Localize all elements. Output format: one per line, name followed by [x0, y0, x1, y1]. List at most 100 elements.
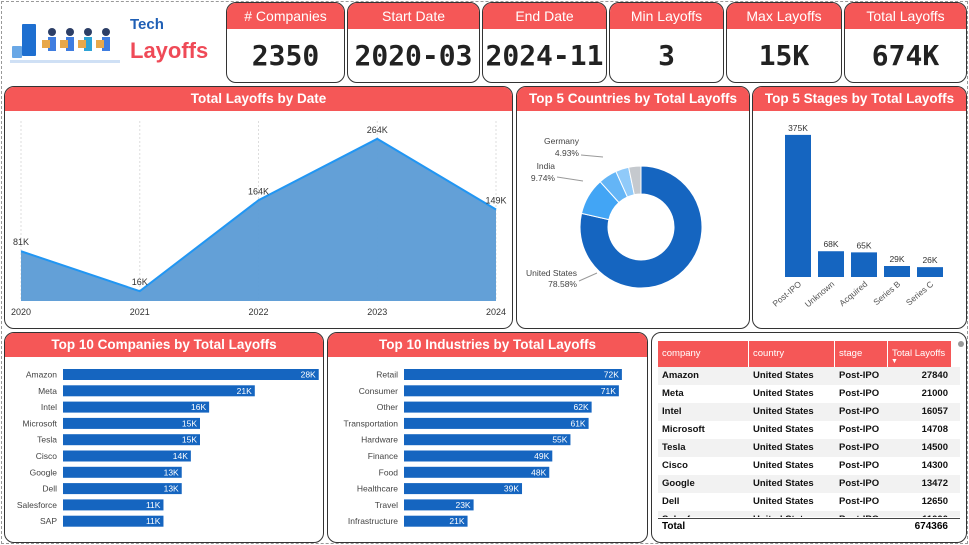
y-tick-label: Dell [42, 484, 57, 494]
table-row[interactable]: SalesforceUnited StatesPost-IPO11000 [658, 511, 960, 517]
slice-label-name: Germany [544, 136, 580, 146]
table-cell: United States [753, 388, 814, 399]
kpi-label: # Companies [227, 3, 344, 29]
table-total-row: Total 674366 [658, 518, 960, 534]
table-cell: 14708 [921, 424, 948, 435]
data-label: 48K [531, 467, 546, 477]
data-label: 375K [788, 123, 808, 133]
bar [404, 417, 589, 429]
table-row[interactable]: Microsoft United States Post-IPO 14708 [658, 421, 960, 439]
panel-top-countries: Top 5 Countries by Total Layoffs United … [516, 86, 750, 329]
kpi-value: 2350 [251, 39, 320, 72]
data-label: 264K [367, 125, 388, 135]
y-tick-label: Meta [38, 386, 57, 396]
total-label: Total [662, 521, 686, 532]
column-bar [818, 251, 844, 277]
kpi-label: Min Layoffs [610, 3, 723, 29]
table-cell: Post-IPO [839, 388, 880, 399]
data-label: 29K [889, 254, 904, 264]
bar [63, 450, 191, 462]
data-label: 16K [191, 402, 206, 412]
kpi-min-layoffs: Min Layoffs 3 [609, 2, 724, 83]
column-header-total-layoffs[interactable]: Total Layoffs ▼ [888, 341, 952, 367]
data-label: 13K [164, 484, 179, 494]
panel-top-companies: Top 10 Companies by Total Layoffs Amazon… [4, 332, 324, 543]
y-tick-label: Salesforce [17, 500, 57, 510]
x-tick-label: Post-IPO [770, 279, 803, 309]
donut-chart: United States78.58% India 9.74% Germany 4.93… [526, 136, 703, 289]
panel-top-stages: Top 5 Stages by Total Layoffs 375K Post-I… [752, 86, 967, 329]
kpi-value: 3 [658, 39, 675, 72]
x-tick-label: Series B [871, 279, 902, 308]
panel-title: Top 10 Companies by Total Layoffs [5, 333, 323, 357]
table-cell: 13472 [921, 478, 948, 489]
table-cell: United States [753, 496, 814, 507]
data-label: 81K [13, 237, 29, 247]
table-cell: 21000 [921, 388, 948, 399]
kpi-label: Max Layoffs [727, 3, 841, 29]
table-cell: Post-IPO [839, 424, 880, 435]
table-cell: Intel [662, 406, 682, 417]
y-tick-label: Amazon [26, 370, 57, 380]
column-header-company[interactable]: company [658, 341, 749, 367]
slice-label-name: India [537, 161, 556, 171]
data-label: 62K [574, 402, 589, 412]
data-label: 16K [132, 277, 148, 287]
table-row[interactable]: Amazon United States Post-IPO 27840 [658, 367, 960, 385]
kpi-label: Total Layoffs [845, 3, 966, 29]
table-row[interactable]: Google United States Post-IPO 13472 [658, 475, 960, 493]
area-fill [21, 138, 496, 301]
slice-label-pct: 9.74% [531, 173, 556, 183]
y-tick-label: Microsoft [23, 418, 58, 428]
table-cell: Post-IPO [839, 442, 880, 453]
table-row[interactable]: Intel United States Post-IPO 16057 [658, 403, 960, 421]
y-tick-label: Food [379, 467, 399, 477]
kpi-total-layoffs: Total Layoffs 674K [844, 2, 967, 83]
bar [63, 417, 200, 429]
kpi-companies: # Companies 2350 [226, 2, 345, 83]
table-cell: 14300 [921, 460, 948, 471]
logo: Tech Layoffs [6, 6, 220, 80]
table-cell: Microsoft [662, 424, 705, 435]
bar [404, 450, 553, 462]
column-header-stage[interactable]: stage [835, 341, 888, 367]
bar [404, 369, 622, 380]
panel-title: Total Layoffs by Date [5, 87, 512, 111]
scrollbar-thumb[interactable] [958, 341, 964, 347]
data-label: 14K [173, 451, 188, 461]
table-cell: Tesla [662, 442, 686, 453]
panel-layoffs-by-date: Total Layoffs by Date 81K 2020 16K 2021 164K… [4, 86, 513, 329]
x-tick-label: Series C [904, 279, 935, 308]
data-label: 23K [455, 500, 470, 510]
table-cell: Salesforce [658, 511, 749, 517]
kpi-label: End Date [483, 3, 606, 29]
table-row[interactable]: Dell United States Post-IPO 12650 [658, 493, 960, 511]
kpi-value: 674K [871, 39, 940, 72]
y-tick-label: Travel [375, 500, 398, 510]
x-tick-label: 2020 [11, 307, 31, 317]
y-tick-label: Hardware [361, 435, 398, 445]
y-tick-label: Finance [368, 451, 399, 461]
y-tick-label: Infrastructure [348, 516, 398, 526]
table-cell: 11000 [888, 511, 952, 517]
table-cell: United States [753, 406, 814, 417]
bar [63, 385, 255, 397]
data-label: 39K [504, 484, 519, 494]
column-bar [884, 266, 910, 277]
bar [63, 369, 319, 380]
data-label: 11K [146, 500, 161, 510]
table-cell: United States [753, 460, 814, 471]
table-row[interactable]: Cisco United States Post-IPO 14300 [658, 457, 960, 475]
column-bar [851, 252, 877, 277]
table-body: Amazon United States Post-IPO 27840 Meta Unit… [652, 367, 966, 517]
table-row[interactable]: Meta United States Post-IPO 21000 [658, 385, 960, 403]
bar-chart: Amazon 28K Meta 21K Intel 16K Microsoft 15K Tesl… [17, 369, 319, 527]
table-row[interactable]: Tesla United States Post-IPO 14500 [658, 439, 960, 457]
table-cell: Post-IPO [839, 496, 880, 507]
table-cell: Cisco [662, 460, 688, 471]
kpi-value: 2024-11 [485, 39, 604, 72]
data-label: 65K [856, 240, 871, 250]
column-header-country[interactable]: country [749, 341, 835, 367]
table-header: company country stage Total Layoffs ▼ [658, 341, 960, 367]
slice-label-pct: 4.93% [555, 148, 580, 158]
